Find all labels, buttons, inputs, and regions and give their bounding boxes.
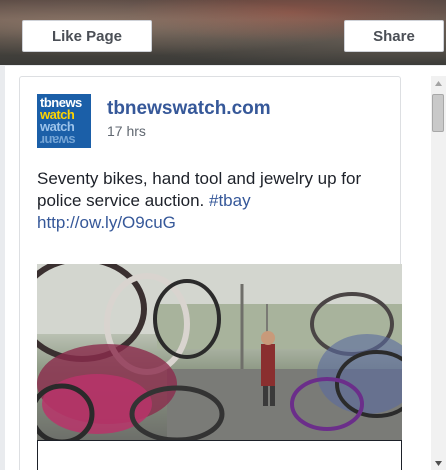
share-label: Share [373,27,415,45]
triangle-up-icon[interactable] [431,76,446,90]
share-button[interactable]: Share [344,20,444,52]
post-body: Seventy bikes, hand tool and jewelry up … [37,169,362,210]
avatar-text-4: ɹuɐʍs [40,131,76,146]
triangle-down-icon[interactable] [431,456,446,470]
scrollbar[interactable] [431,76,446,470]
hashtag-link[interactable]: #tbay [209,191,251,210]
bikes-photo-illustration [37,264,402,440]
timeline-panel: tbnews watch watch ɹuɐʍs tbnewswatch.com… [5,66,446,470]
link-preview-caption[interactable] [37,440,402,470]
post-url-link[interactable]: http://ow.ly/O9cuG [37,213,176,232]
cover-photo: Like Page Share [0,0,446,65]
like-page-label: Like Page [51,27,123,45]
page-avatar[interactable]: tbnews watch watch ɹuɐʍs [37,94,91,148]
like-page-button[interactable]: Like Page [22,20,152,52]
post-photo[interactable] [37,264,402,440]
post-text: Seventy bikes, hand tool and jewelry up … [37,168,387,234]
scroll-thumb[interactable] [432,94,444,132]
post-timestamp[interactable]: 17 hrs [107,123,146,139]
page-name-link[interactable]: tbnewswatch.com [107,98,271,120]
post-card: tbnews watch watch ɹuɐʍs tbnewswatch.com… [19,76,402,470]
